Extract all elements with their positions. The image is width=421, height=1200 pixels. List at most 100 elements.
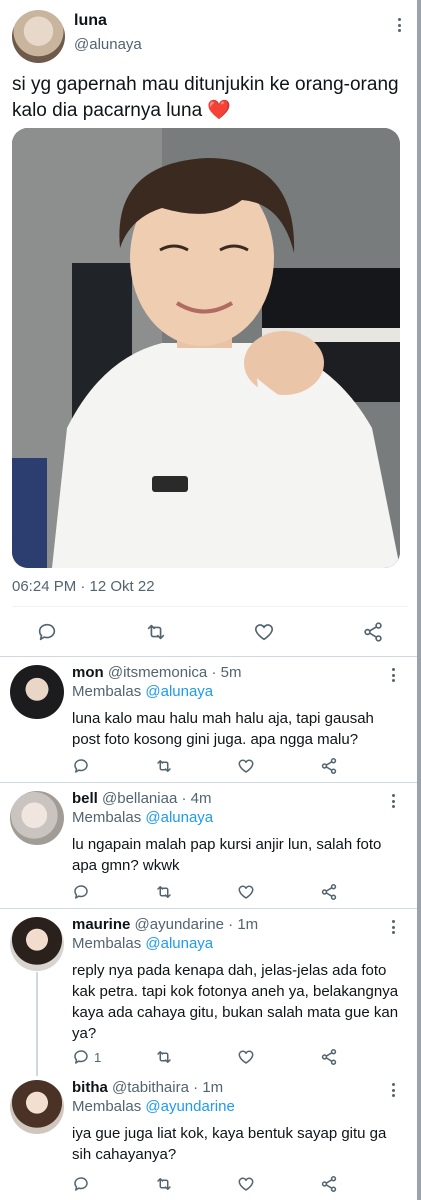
replying-label: Membalas [72,1098,142,1115]
reply-time[interactable]: · 1m [193,1079,223,1096]
heart-emoji: ❤️ [207,100,232,121]
reply-icon [74,1050,88,1064]
replying-mention[interactable]: @ayundarine [145,1098,234,1115]
reply-icon [74,1177,88,1191]
main-action-bar [0,620,417,644]
share-button[interactable] [320,1045,338,1069]
reply-text: reply nya pada kenapa dah, jelas-jelas a… [72,962,399,1042]
retweet-button[interactable] [145,620,167,644]
reply-author-name[interactable]: maurine [72,916,130,933]
retweet-icon [157,1051,171,1063]
replying-mention[interactable]: @alunaya [145,683,213,700]
retweet-button[interactable] [155,880,173,904]
window-edge [417,0,421,1200]
reply-action-bar [0,1172,417,1196]
like-icon [254,624,274,641]
reply-author-handle[interactable]: @itsmemonica [108,664,207,681]
avatar[interactable] [12,10,65,63]
share-icon [321,884,337,900]
reply-button[interactable]: 1 [72,1045,101,1069]
reply-time[interactable]: · 1m [228,916,258,933]
like-icon [238,885,254,899]
share-icon [364,622,382,642]
replying-label: Membalas [72,683,142,700]
retweet-button[interactable] [155,1045,173,1069]
like-button[interactable] [253,620,275,644]
like-icon [238,1177,254,1191]
reply-icon [74,759,88,773]
more-icon[interactable] [385,918,401,936]
reply-text: lu ngapain malah pap kursi anjir lun, sa… [72,836,382,874]
tweet-text-body: si yg gapernah mau ditunjukin ke orang-o… [12,74,399,121]
replying-to: Membalas @alunaya [72,809,213,826]
reply-action-bar [0,880,417,904]
reply-button[interactable] [36,620,58,644]
reply-tweet[interactable]: mon @itsmemonica · 5m Membalas @alunaya … [0,657,417,781]
share-icon [321,1049,337,1065]
replying-to: Membalas @alunaya [72,683,213,700]
reply-author-handle[interactable]: @tabithaira [112,1079,189,1096]
share-icon [321,1176,337,1192]
like-button[interactable] [237,1045,255,1069]
tweet-text: si yg gapernah mau ditunjukin ke orang-o… [12,72,407,124]
like-button[interactable] [237,1172,255,1196]
reply-author-name[interactable]: bell [72,790,98,807]
reply-time[interactable]: · 4m [181,790,211,807]
like-button[interactable] [237,754,255,778]
share-icon [321,758,337,774]
replying-label: Membalas [72,935,142,952]
reply-icon [38,623,56,641]
retweet-icon [157,886,171,898]
like-button[interactable] [237,880,255,904]
reply-action-bar: 1 [0,1045,417,1069]
reply-header: bitha @tabithaira · 1m [72,1079,223,1096]
author-name[interactable]: luna [74,12,107,30]
replying-mention[interactable]: @alunaya [145,809,213,826]
retweet-icon [157,760,171,772]
reply-count: 1 [94,1049,102,1065]
share-button[interactable] [320,1172,338,1196]
avatar[interactable] [10,1080,64,1134]
replying-to: Membalas @ayundarine [72,1098,235,1115]
retweet-icon [147,624,165,640]
reply-author-handle[interactable]: @ayundarine [135,916,224,933]
more-icon[interactable] [385,1081,401,1099]
reply-tweet[interactable]: bitha @tabithaira · 1m Membalas @ayundar… [0,1072,417,1200]
avatar[interactable] [10,665,64,719]
tweet-timestamp[interactable]: 06:24 PM · 12 Okt 22 [12,578,155,595]
retweet-button[interactable] [155,1172,173,1196]
retweet-button[interactable] [155,754,173,778]
reply-header: bell @bellaniaa · 4m [72,790,211,807]
share-button[interactable] [320,880,338,904]
tweet-photo[interactable] [12,128,400,568]
reply-button[interactable] [72,754,94,778]
reply-author-handle[interactable]: @bellaniaa [102,790,177,807]
reply-header: maurine @ayundarine · 1m [72,916,258,933]
retweet-icon [157,1178,171,1190]
replying-label: Membalas [72,809,142,826]
avatar[interactable] [10,917,64,971]
replying-mention[interactable]: @alunaya [145,935,213,952]
reply-author-name[interactable]: bitha [72,1079,108,1096]
share-button[interactable] [320,754,338,778]
reply-action-bar [0,754,417,778]
like-icon [238,759,254,773]
more-icon[interactable] [385,792,401,810]
avatar[interactable] [10,791,64,845]
more-icon[interactable] [385,666,401,684]
reply-button[interactable] [72,880,94,904]
reply-time[interactable]: · 5m [211,664,241,681]
reply-icon [74,885,88,899]
replying-to: Membalas @alunaya [72,935,213,952]
more-icon[interactable] [391,16,407,34]
reply-text: luna kalo mau halu mah halu aja, tapi ga… [72,710,374,748]
like-icon [238,1050,254,1064]
reply-author-name[interactable]: mon [72,664,104,681]
author-handle[interactable]: @alunaya [74,36,142,53]
reply-button[interactable] [72,1172,94,1196]
reply-header: mon @itsmemonica · 5m [72,664,241,681]
reply-tweet[interactable]: bell @bellaniaa · 4m Membalas @alunaya l… [0,783,417,907]
reply-tweet[interactable]: maurine @ayundarine · 1m Membalas @aluna… [0,909,417,1072]
share-button[interactable] [362,620,384,644]
reply-text: iya gue juga liat kok, kaya bentuk sayap… [72,1125,387,1163]
